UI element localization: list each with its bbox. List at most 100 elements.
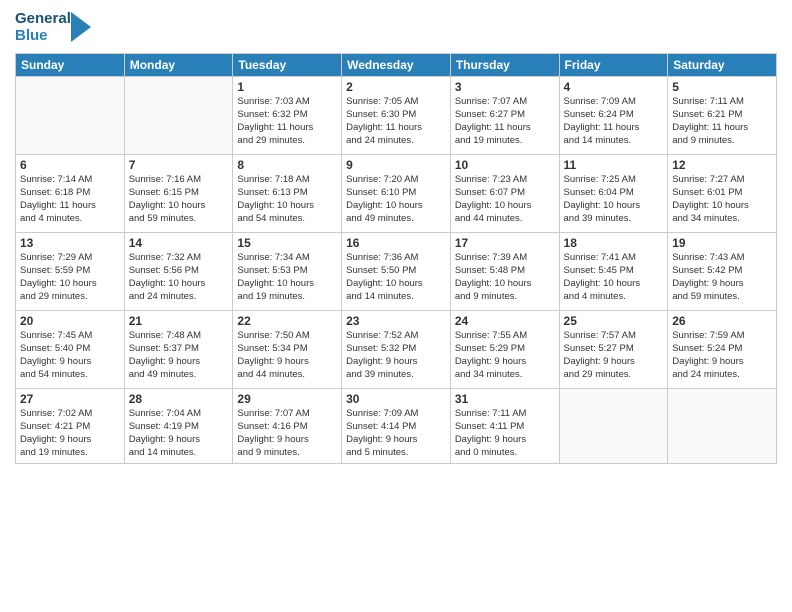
day-cell [16, 76, 125, 154]
day-cell: 3Sunrise: 7:07 AM Sunset: 6:27 PM Daylig… [450, 76, 559, 154]
day-number: 22 [237, 314, 337, 328]
day-cell: 17Sunrise: 7:39 AM Sunset: 5:48 PM Dayli… [450, 232, 559, 310]
day-info: Sunrise: 7:52 AM Sunset: 5:32 PM Dayligh… [346, 329, 446, 382]
day-number: 9 [346, 158, 446, 172]
day-cell: 22Sunrise: 7:50 AM Sunset: 5:34 PM Dayli… [233, 310, 342, 388]
day-number: 3 [455, 80, 555, 94]
logo-general-text: General [15, 10, 71, 27]
day-info: Sunrise: 7:43 AM Sunset: 5:42 PM Dayligh… [672, 251, 772, 304]
day-number: 29 [237, 392, 337, 406]
day-cell: 10Sunrise: 7:23 AM Sunset: 6:07 PM Dayli… [450, 154, 559, 232]
day-info: Sunrise: 7:05 AM Sunset: 6:30 PM Dayligh… [346, 95, 446, 148]
day-info: Sunrise: 7:20 AM Sunset: 6:10 PM Dayligh… [346, 173, 446, 226]
day-info: Sunrise: 7:18 AM Sunset: 6:13 PM Dayligh… [237, 173, 337, 226]
day-number: 20 [20, 314, 120, 328]
day-info: Sunrise: 7:25 AM Sunset: 6:04 PM Dayligh… [564, 173, 664, 226]
day-cell [124, 76, 233, 154]
logo-triangle-icon [71, 12, 91, 42]
logo-container: General Blue [15, 10, 91, 45]
day-number: 8 [237, 158, 337, 172]
day-number: 23 [346, 314, 446, 328]
day-info: Sunrise: 7:02 AM Sunset: 4:21 PM Dayligh… [20, 407, 120, 460]
logo: General Blue [15, 10, 91, 45]
day-number: 18 [564, 236, 664, 250]
day-info: Sunrise: 7:03 AM Sunset: 6:32 PM Dayligh… [237, 95, 337, 148]
day-header-thursday: Thursday [450, 53, 559, 76]
week-row-5: 27Sunrise: 7:02 AM Sunset: 4:21 PM Dayli… [16, 388, 777, 463]
day-cell: 25Sunrise: 7:57 AM Sunset: 5:27 PM Dayli… [559, 310, 668, 388]
day-number: 28 [129, 392, 229, 406]
day-info: Sunrise: 7:07 AM Sunset: 6:27 PM Dayligh… [455, 95, 555, 148]
day-number: 30 [346, 392, 446, 406]
week-row-4: 20Sunrise: 7:45 AM Sunset: 5:40 PM Dayli… [16, 310, 777, 388]
logo-blue-text: Blue [15, 27, 71, 44]
day-cell: 11Sunrise: 7:25 AM Sunset: 6:04 PM Dayli… [559, 154, 668, 232]
day-number: 16 [346, 236, 446, 250]
day-info: Sunrise: 7:39 AM Sunset: 5:48 PM Dayligh… [455, 251, 555, 304]
day-cell: 16Sunrise: 7:36 AM Sunset: 5:50 PM Dayli… [342, 232, 451, 310]
day-number: 25 [564, 314, 664, 328]
day-number: 10 [455, 158, 555, 172]
day-number: 24 [455, 314, 555, 328]
day-cell: 7Sunrise: 7:16 AM Sunset: 6:15 PM Daylig… [124, 154, 233, 232]
day-cell: 13Sunrise: 7:29 AM Sunset: 5:59 PM Dayli… [16, 232, 125, 310]
day-cell: 12Sunrise: 7:27 AM Sunset: 6:01 PM Dayli… [668, 154, 777, 232]
day-header-sunday: Sunday [16, 53, 125, 76]
day-number: 7 [129, 158, 229, 172]
day-number: 12 [672, 158, 772, 172]
day-info: Sunrise: 7:04 AM Sunset: 4:19 PM Dayligh… [129, 407, 229, 460]
day-cell: 4Sunrise: 7:09 AM Sunset: 6:24 PM Daylig… [559, 76, 668, 154]
day-info: Sunrise: 7:32 AM Sunset: 5:56 PM Dayligh… [129, 251, 229, 304]
day-cell: 20Sunrise: 7:45 AM Sunset: 5:40 PM Dayli… [16, 310, 125, 388]
day-header-friday: Friday [559, 53, 668, 76]
day-cell: 2Sunrise: 7:05 AM Sunset: 6:30 PM Daylig… [342, 76, 451, 154]
day-info: Sunrise: 7:50 AM Sunset: 5:34 PM Dayligh… [237, 329, 337, 382]
header-row: SundayMondayTuesdayWednesdayThursdayFrid… [16, 53, 777, 76]
day-number: 17 [455, 236, 555, 250]
day-number: 14 [129, 236, 229, 250]
day-cell: 27Sunrise: 7:02 AM Sunset: 4:21 PM Dayli… [16, 388, 125, 463]
day-cell: 1Sunrise: 7:03 AM Sunset: 6:32 PM Daylig… [233, 76, 342, 154]
day-number: 15 [237, 236, 337, 250]
day-header-tuesday: Tuesday [233, 53, 342, 76]
day-cell: 5Sunrise: 7:11 AM Sunset: 6:21 PM Daylig… [668, 76, 777, 154]
day-info: Sunrise: 7:55 AM Sunset: 5:29 PM Dayligh… [455, 329, 555, 382]
day-info: Sunrise: 7:14 AM Sunset: 6:18 PM Dayligh… [20, 173, 120, 226]
day-info: Sunrise: 7:09 AM Sunset: 4:14 PM Dayligh… [346, 407, 446, 460]
day-cell [559, 388, 668, 463]
day-info: Sunrise: 7:48 AM Sunset: 5:37 PM Dayligh… [129, 329, 229, 382]
day-cell: 8Sunrise: 7:18 AM Sunset: 6:13 PM Daylig… [233, 154, 342, 232]
day-cell: 23Sunrise: 7:52 AM Sunset: 5:32 PM Dayli… [342, 310, 451, 388]
day-info: Sunrise: 7:07 AM Sunset: 4:16 PM Dayligh… [237, 407, 337, 460]
day-number: 11 [564, 158, 664, 172]
day-info: Sunrise: 7:11 AM Sunset: 6:21 PM Dayligh… [672, 95, 772, 148]
day-cell: 9Sunrise: 7:20 AM Sunset: 6:10 PM Daylig… [342, 154, 451, 232]
day-cell: 30Sunrise: 7:09 AM Sunset: 4:14 PM Dayli… [342, 388, 451, 463]
page: General Blue SundayMondayTuesdayWednesda… [0, 0, 792, 612]
day-cell: 14Sunrise: 7:32 AM Sunset: 5:56 PM Dayli… [124, 232, 233, 310]
day-info: Sunrise: 7:36 AM Sunset: 5:50 PM Dayligh… [346, 251, 446, 304]
day-number: 26 [672, 314, 772, 328]
day-header-wednesday: Wednesday [342, 53, 451, 76]
day-cell: 15Sunrise: 7:34 AM Sunset: 5:53 PM Dayli… [233, 232, 342, 310]
day-info: Sunrise: 7:45 AM Sunset: 5:40 PM Dayligh… [20, 329, 120, 382]
week-row-2: 6Sunrise: 7:14 AM Sunset: 6:18 PM Daylig… [16, 154, 777, 232]
day-info: Sunrise: 7:27 AM Sunset: 6:01 PM Dayligh… [672, 173, 772, 226]
day-info: Sunrise: 7:41 AM Sunset: 5:45 PM Dayligh… [564, 251, 664, 304]
day-number: 13 [20, 236, 120, 250]
day-info: Sunrise: 7:09 AM Sunset: 6:24 PM Dayligh… [564, 95, 664, 148]
day-number: 6 [20, 158, 120, 172]
day-cell: 21Sunrise: 7:48 AM Sunset: 5:37 PM Dayli… [124, 310, 233, 388]
header: General Blue [15, 10, 777, 45]
day-number: 27 [20, 392, 120, 406]
day-info: Sunrise: 7:34 AM Sunset: 5:53 PM Dayligh… [237, 251, 337, 304]
day-header-saturday: Saturday [668, 53, 777, 76]
day-cell: 29Sunrise: 7:07 AM Sunset: 4:16 PM Dayli… [233, 388, 342, 463]
day-number: 4 [564, 80, 664, 94]
day-cell: 19Sunrise: 7:43 AM Sunset: 5:42 PM Dayli… [668, 232, 777, 310]
day-number: 2 [346, 80, 446, 94]
day-number: 5 [672, 80, 772, 94]
week-row-1: 1Sunrise: 7:03 AM Sunset: 6:32 PM Daylig… [16, 76, 777, 154]
day-info: Sunrise: 7:59 AM Sunset: 5:24 PM Dayligh… [672, 329, 772, 382]
day-number: 31 [455, 392, 555, 406]
